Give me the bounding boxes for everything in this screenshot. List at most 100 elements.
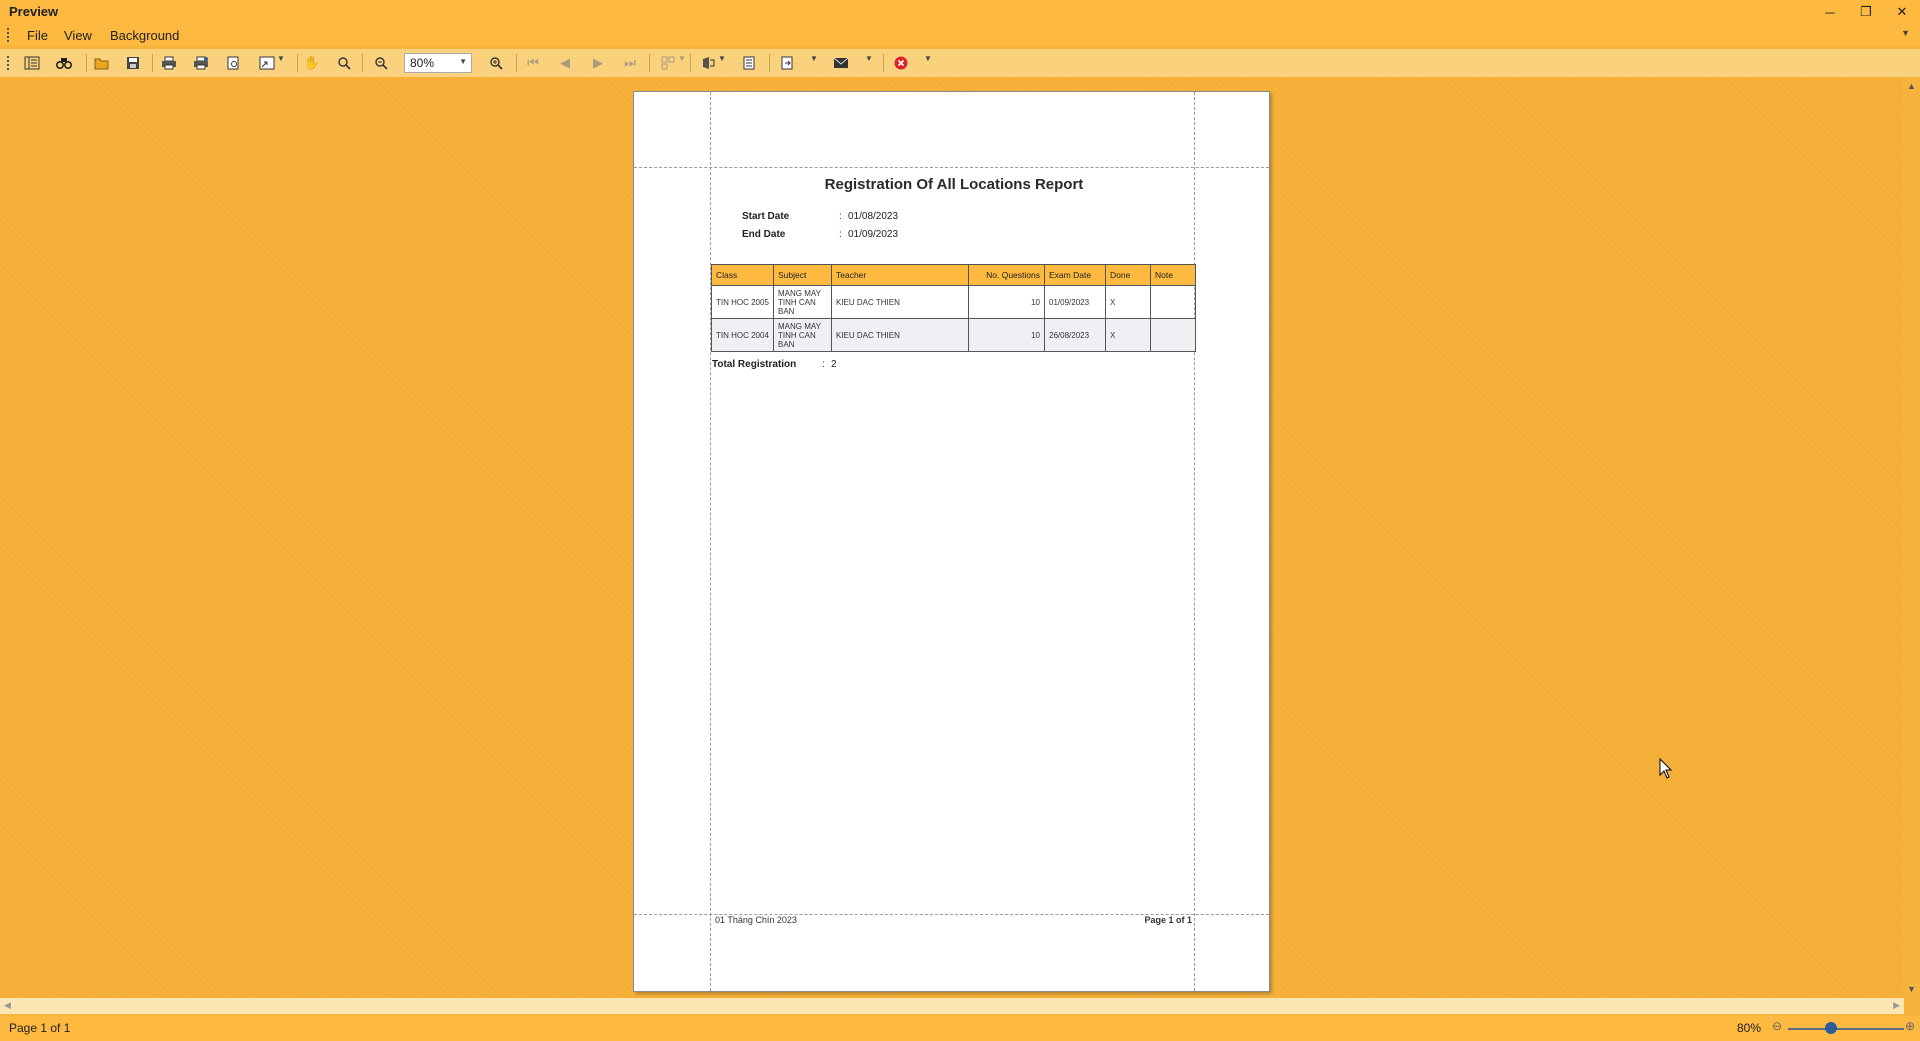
hand-tool-icon[interactable]: ✋ (301, 53, 323, 73)
toolbar-separator (769, 54, 770, 72)
total-registration-colon: : (822, 359, 825, 370)
close-preview-icon[interactable] (890, 53, 912, 73)
toolbar-separator (86, 54, 87, 72)
send-email-dropdown-icon[interactable]: ▼ (865, 54, 873, 63)
watermark-icon[interactable] (738, 53, 760, 73)
title-bar: Preview ─ ❐ ✕ (0, 0, 1920, 24)
col-header-teacher: Teacher (831, 264, 969, 286)
status-zoom-value: 80% (1737, 1021, 1762, 1035)
cell-subject: MANG MAY TINH CAN BAN (773, 285, 832, 319)
zoom-out-icon[interactable] (370, 53, 392, 73)
page-setup-icon[interactable] (222, 53, 244, 73)
toolbar-separator (649, 54, 650, 72)
report-title: Registration Of All Locations Report (824, 176, 1084, 193)
scale-dropdown-icon[interactable]: ▼ (277, 54, 285, 63)
minimize-button[interactable]: ─ (1812, 0, 1848, 24)
toolbar-separator (297, 54, 298, 72)
restore-button[interactable]: ❐ (1848, 0, 1884, 24)
zoom-plus-icon[interactable]: ⊕ (1905, 1019, 1915, 1033)
zoom-slider-track[interactable] (1788, 1028, 1904, 1030)
registration-table: Class Subject Teacher No. Questions Exam… (711, 264, 1196, 352)
zoom-slider-thumb[interactable] (1825, 1022, 1837, 1034)
footer-date: 01 Tháng Chín 2023 (715, 915, 797, 925)
menu-overflow-icon[interactable]: ▼ (1901, 28, 1910, 38)
end-date-colon: : (839, 229, 842, 240)
report-page: Registration Of All Locations Report Sta… (633, 91, 1270, 992)
start-date-label: Start Date (742, 211, 790, 222)
chevron-down-icon[interactable]: ▼ (459, 57, 467, 66)
col-header-subject: Subject (773, 264, 832, 286)
quick-print-icon[interactable] (190, 53, 212, 73)
export-icon[interactable] (776, 53, 798, 73)
cell-note (1150, 285, 1196, 319)
table-header-row: Class Subject Teacher No. Questions Exam… (711, 264, 1196, 286)
col-header-done: Done (1105, 264, 1151, 286)
close-button[interactable]: ✕ (1884, 0, 1920, 24)
col-header-note: Note (1150, 264, 1196, 286)
first-page-icon[interactable]: ⏮ (522, 53, 544, 73)
menu-bar: File View Background ▼ (0, 24, 1920, 46)
close-preview-dropdown-icon[interactable]: ▼ (924, 54, 932, 63)
scroll-right-icon[interactable]: ▶ (1893, 1000, 1900, 1011)
total-registration-value: 2 (831, 359, 837, 370)
scroll-down-icon[interactable]: ▼ (1907, 984, 1916, 994)
save-icon[interactable] (122, 53, 144, 73)
table-row: TIN HOC 2004 MANG MAY TINH CAN BAN KIEU … (711, 318, 1196, 352)
cell-done: X (1105, 285, 1151, 319)
margin-guide-top (634, 167, 1269, 168)
toolbar-separator (152, 54, 153, 72)
horizontal-scrollbar[interactable]: ◀ ▶ (0, 998, 1904, 1014)
toolbar-separator (883, 54, 884, 72)
zoom-combobox[interactable]: 80% ▼ (404, 53, 472, 73)
magnifier-icon[interactable] (333, 53, 355, 73)
menu-grip-handle[interactable] (7, 28, 9, 42)
status-page-info: Page 1 of 1 (9, 1021, 71, 1035)
cell-done: X (1105, 318, 1151, 352)
cell-note (1150, 318, 1196, 352)
background-color-icon[interactable] (697, 53, 719, 73)
margin-guide-left (710, 92, 711, 991)
toolbar: ▼ ✋ ⏮ ◀ ▶ ⏭ ▼ ▼ ▼ ▼ ▼ (0, 49, 1920, 77)
status-bar: Page 1 of 1 80% ⊖ ⊕ (0, 1016, 1920, 1041)
footer-page-number: Page 1 of 1 (1144, 915, 1192, 925)
background-color-dropdown-icon[interactable]: ▼ (718, 54, 726, 63)
col-header-class: Class (711, 264, 774, 286)
export-dropdown-icon[interactable]: ▼ (810, 54, 818, 63)
next-page-icon[interactable]: ▶ (587, 53, 609, 73)
margin-guide-right (1194, 92, 1195, 991)
cell-questions: 10 (968, 318, 1045, 352)
table-row: TIN HOC 2005 MANG MAY TINH CAN BAN KIEU … (711, 285, 1196, 319)
zoom-in-icon[interactable] (485, 53, 507, 73)
previous-page-icon[interactable]: ◀ (554, 53, 576, 73)
cell-class: TIN HOC 2004 (711, 318, 774, 352)
scroll-left-icon[interactable]: ◀ (4, 1000, 11, 1011)
end-date-value: 01/09/2023 (848, 229, 899, 240)
cell-teacher: KIEU DAC THIEN (831, 285, 969, 319)
end-date-label: End Date (742, 229, 786, 240)
multiple-pages-dropdown-icon[interactable]: ▼ (678, 54, 686, 63)
menu-background[interactable]: Background (110, 28, 179, 43)
last-page-icon[interactable]: ⏭ (619, 53, 641, 73)
scroll-up-icon[interactable]: ▲ (1907, 81, 1916, 91)
zoom-value: 80% (410, 56, 435, 70)
window-title: Preview (9, 4, 59, 19)
cell-questions: 10 (968, 285, 1045, 319)
start-date-value: 01/08/2023 (848, 211, 899, 222)
print-icon[interactable] (158, 53, 180, 73)
zoom-minus-icon[interactable]: ⊖ (1772, 1019, 1782, 1033)
send-email-icon[interactable] (830, 53, 852, 73)
vertical-scrollbar[interactable]: ▲ ▼ (1904, 77, 1920, 998)
menu-file[interactable]: File (27, 28, 48, 43)
document-map-icon[interactable] (21, 53, 43, 73)
cell-class: TIN HOC 2005 (711, 285, 774, 319)
menu-view[interactable]: View (64, 28, 92, 43)
scale-icon[interactable] (256, 53, 278, 73)
multiple-pages-icon[interactable] (657, 53, 679, 73)
search-icon[interactable] (53, 53, 75, 73)
cell-exam-date: 01/09/2023 (1044, 285, 1106, 319)
open-icon[interactable] (91, 53, 113, 73)
cell-subject: MANG MAY TINH CAN BAN (773, 318, 832, 352)
toolbar-grip-handle[interactable] (7, 56, 9, 70)
mouse-cursor-icon (1659, 758, 1673, 779)
toolbar-separator (516, 54, 517, 72)
